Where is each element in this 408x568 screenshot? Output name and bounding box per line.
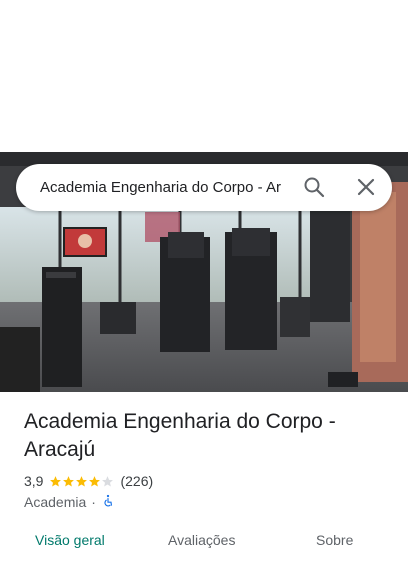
star-icon (50, 475, 62, 486)
search-bar[interactable]: Academia Engenharia do Corpo - Ar (16, 164, 392, 211)
separator-dot: · (91, 494, 96, 510)
close-icon[interactable] (354, 175, 378, 199)
place-title: Academia Engenharia do Corpo - Aracajú (24, 410, 336, 461)
place-tabs: Visão geral Avaliações Sobre (0, 528, 408, 568)
star-icon (76, 475, 88, 486)
rating-row[interactable]: 3,9 (226) (24, 472, 153, 490)
search-icon[interactable] (302, 175, 326, 199)
search-input[interactable]: Academia Engenharia do Corpo - Ar (40, 178, 288, 197)
star-empty-icon (102, 475, 114, 486)
wheelchair-icon (101, 494, 115, 511)
review-count[interactable]: (226) (120, 473, 153, 489)
tab-about[interactable]: Sobre (316, 532, 353, 548)
tab-overview[interactable]: Visão geral (35, 532, 105, 548)
category-label: Academia (24, 494, 87, 510)
star-icon (63, 475, 75, 486)
star-icon (89, 475, 101, 486)
category-row: Academia · (24, 493, 115, 511)
rating-stars (49, 475, 114, 488)
rating-value: 3,9 (24, 473, 44, 489)
tab-reviews[interactable]: Avaliações (168, 532, 235, 548)
